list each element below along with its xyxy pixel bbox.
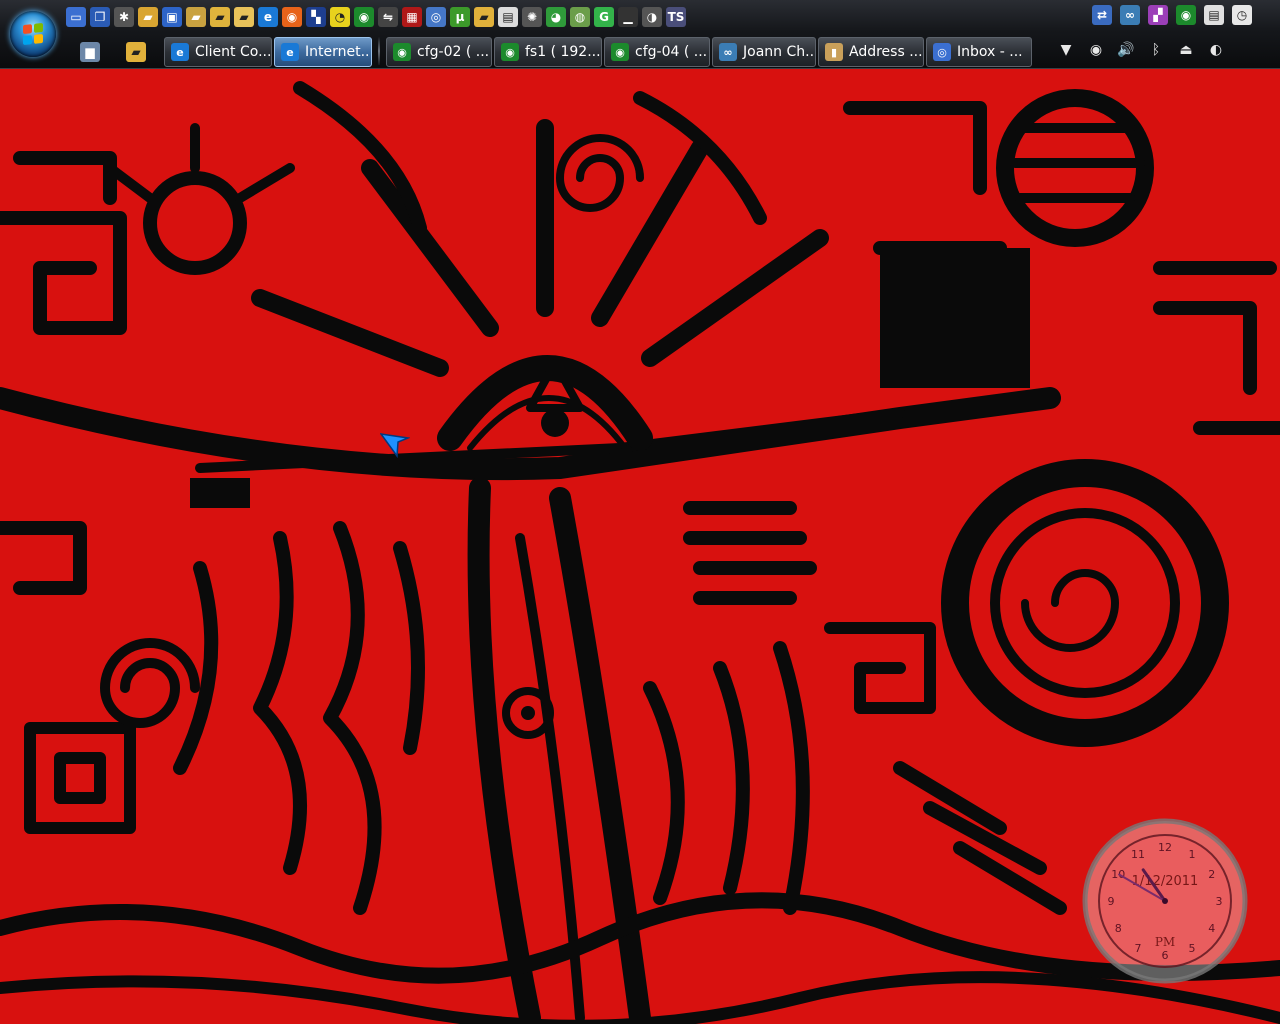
chrome-icon[interactable]: ◕ xyxy=(546,7,566,27)
document-icon[interactable]: ▤ xyxy=(1204,5,1224,25)
taskbar-separator xyxy=(378,37,380,65)
overflow-arrow-icon[interactable]: ▼ xyxy=(1056,40,1076,60)
clock-numeral: 8 xyxy=(1115,922,1122,935)
taskbar-button[interactable]: e Client Co... xyxy=(164,37,272,67)
calculator-icon[interactable]: ▦ xyxy=(402,7,422,27)
bluetooth-icon[interactable]: ᛒ xyxy=(1146,40,1166,60)
folder-icon[interactable]: ▰ xyxy=(210,7,230,27)
clock-gadget[interactable]: 1 2 3 4 5 6 7 8 9 10 11 12 1/12/2011 PM xyxy=(1082,818,1248,984)
volume-icon[interactable]: 🔊 xyxy=(1116,40,1136,60)
clock-numeral: 4 xyxy=(1208,922,1215,935)
internet-explorer-icon[interactable]: e xyxy=(258,7,278,27)
network-connections-icon[interactable]: ⇄ xyxy=(1092,5,1112,25)
system-quick-toolbar: ⇄ ∞ ▞ ◉ ▤ ◷ xyxy=(1092,5,1252,25)
settings-icon[interactable]: ✱ xyxy=(114,7,134,27)
taskbar-button[interactable]: ◉ cfg-04 ( ... xyxy=(604,37,710,67)
app-icon[interactable]: ▚ xyxy=(306,7,326,27)
folder-icon[interactable]: ▰ xyxy=(234,7,254,27)
clock-numeral: 5 xyxy=(1189,942,1196,955)
media-player-icon[interactable]: ◉ xyxy=(1086,40,1106,60)
quick-launch-toolbar: ▭ ❐ ✱ ▰ ▣ ▰ ▰ ▰ e ◉ ▚ ◔ ◉ ⇋ ▦ ◎ µ ▰ ▤ ✺ ◕ ◍ G ▁ ◑ TS xyxy=(66,5,686,29)
pacman-icon[interactable]: ◔ xyxy=(330,7,350,27)
eye-icon: ◉ xyxy=(611,43,629,61)
windows-logo-icon xyxy=(23,22,43,46)
clock-numeral: 11 xyxy=(1131,848,1145,861)
computer-icon[interactable]: ▆ xyxy=(80,42,100,62)
eye-icon[interactable]: ◉ xyxy=(354,7,374,27)
folder-icon[interactable]: ▰ xyxy=(474,7,494,27)
clock-numeral: 3 xyxy=(1216,895,1223,908)
taskbar-button[interactable]: ∞ Joann Ch... xyxy=(712,37,816,67)
clock-numeral: 9 xyxy=(1108,895,1115,908)
computer-icon[interactable]: ▣ xyxy=(162,7,182,27)
folder-icon[interactable]: ▰ xyxy=(126,42,146,62)
remote-icon[interactable]: ∞ xyxy=(1120,5,1140,25)
film-icon[interactable]: ✺ xyxy=(522,7,542,27)
taskbar-button-label: Client Co... xyxy=(195,44,272,60)
clock-numeral: 7 xyxy=(1135,942,1142,955)
media-icon[interactable]: ◑ xyxy=(642,7,662,27)
taskbar-button-label: Internet... xyxy=(305,44,372,60)
monitor-icon[interactable]: ▁ xyxy=(618,7,638,27)
show-desktop-icon[interactable]: ▭ xyxy=(66,7,86,27)
outlook-icon: ◎ xyxy=(933,43,951,61)
eye-icon: ◉ xyxy=(393,43,411,61)
address-book-icon: ▮ xyxy=(825,43,843,61)
clock-ampm: PM xyxy=(1155,935,1175,949)
taskbar-button-label: Joann Ch... xyxy=(743,44,816,60)
internet-explorer-icon: e xyxy=(171,43,189,61)
taskbar-button-label: cfg-04 ( ... xyxy=(635,44,708,60)
ts-icon[interactable]: TS xyxy=(666,7,686,27)
taskbar-button[interactable]: ◉ cfg-02 ( ... xyxy=(386,37,492,67)
taskbar-button[interactable]: e Internet... xyxy=(274,37,372,67)
globe-icon[interactable]: ◎ xyxy=(426,7,446,27)
taskbar-window-buttons: e Client Co... e Internet... ◉ cfg-02 ( ... ◉ f… xyxy=(164,37,1032,67)
folder-icon[interactable]: ▰ xyxy=(186,7,206,27)
clock-numeral: 1 xyxy=(1189,848,1196,861)
notification-area: ▼ ◉ 🔊 ᛒ ⏏ ◐ xyxy=(1056,40,1226,60)
puzzle-icon[interactable]: ▞ xyxy=(1148,5,1168,25)
taskbar-button[interactable]: ▮ Address ... xyxy=(818,37,924,67)
taskbar-button-label: cfg-02 ( ... xyxy=(417,44,490,60)
taskbar: ▭ ❐ ✱ ▰ ▣ ▰ ▰ ▰ e ◉ ▚ ◔ ◉ ⇋ ▦ ◎ µ ▰ ▤ ✺ ◕ ◍ G ▁ ◑ TS ⇄ ∞ ▞ ◉ ▤ ◷ ▆ ▰ eC… xyxy=(0,0,1280,69)
internet-explorer-icon: e xyxy=(281,43,299,61)
taskbar-button-label: Inbox - ... xyxy=(957,44,1023,60)
taskbar-button-label: Address ... xyxy=(849,44,923,60)
g-app-icon[interactable]: G xyxy=(594,7,614,27)
clock-numeral: 2 xyxy=(1208,868,1215,881)
firefox-icon[interactable]: ◉ xyxy=(282,7,302,27)
clock-numeral: 12 xyxy=(1158,841,1172,854)
chat-icon: ∞ xyxy=(719,43,737,61)
clock-center xyxy=(1162,898,1168,904)
eye-icon: ◉ xyxy=(501,43,519,61)
taskbar-button-label: fs1 ( 192.... xyxy=(525,44,602,60)
start-button[interactable] xyxy=(10,11,56,57)
clock-numeral: 6 xyxy=(1162,949,1169,962)
clock-icon[interactable]: ◷ xyxy=(1232,5,1252,25)
folder-icon[interactable]: ▰ xyxy=(138,7,158,27)
usb-drive-icon[interactable]: ⏏ xyxy=(1176,40,1196,60)
eye-icon[interactable]: ◉ xyxy=(1176,5,1196,25)
power-icon[interactable]: ◐ xyxy=(1206,40,1226,60)
switch-windows-icon[interactable]: ❐ xyxy=(90,7,110,27)
utorrent-icon[interactable]: µ xyxy=(450,7,470,27)
tool-icon[interactable]: ⇋ xyxy=(378,7,398,27)
notepad-icon[interactable]: ▤ xyxy=(498,7,518,27)
mouse-pointer-icon xyxy=(380,433,410,458)
taskbar-button[interactable]: ◎ Inbox - ... xyxy=(926,37,1032,67)
pinned-shortcuts: ▆ ▰ xyxy=(80,42,146,62)
network-icon[interactable]: ◍ xyxy=(570,7,590,27)
taskbar-button[interactable]: ◉ fs1 ( 192.... xyxy=(494,37,602,67)
